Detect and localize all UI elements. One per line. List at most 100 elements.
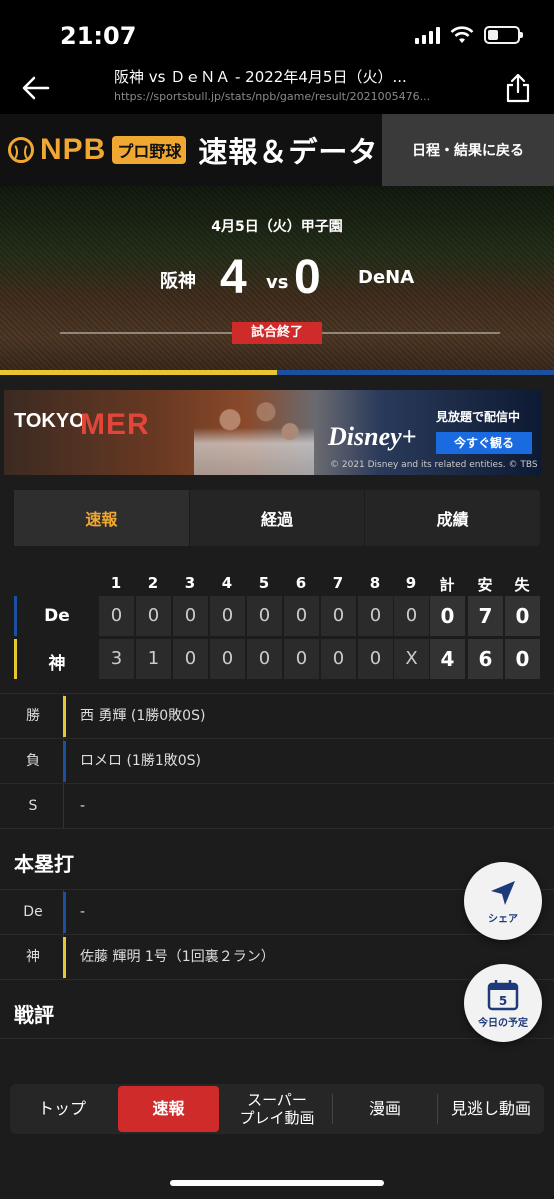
share-icon xyxy=(506,73,530,103)
result-label: 負 xyxy=(26,753,40,769)
page-url: https://sportsbull.jp/stats/npb/game/res… xyxy=(114,90,431,103)
inning-header: 7 xyxy=(332,574,344,592)
tab-live[interactable]: 速報 xyxy=(14,490,190,546)
homerun-value: 佐藤 輝明 1号（1回裏２ラン） xyxy=(80,949,275,965)
total-hits: 6 xyxy=(468,639,503,679)
inning-score: 0 xyxy=(99,596,134,636)
browser-nav-bar: 阪神 vs ＤｅＮＡ - 2022年4月5日（火）... https://spo… xyxy=(0,62,554,114)
inning-score: X xyxy=(394,639,429,679)
bottom-nav-top[interactable]: トップ xyxy=(10,1084,114,1134)
inning-score: 0 xyxy=(321,639,356,679)
save-pitcher-row: S - xyxy=(0,783,554,829)
scoreboard-row-away: De 0 0 0 0 0 0 0 0 0 0 7 0 xyxy=(0,596,554,636)
inning-header: 6 xyxy=(295,574,307,592)
inning-score: 0 xyxy=(210,639,245,679)
status-time: 21:07 xyxy=(60,22,137,50)
pro-baseball-badge: プロ野球 xyxy=(112,136,187,164)
inning-header: 9 xyxy=(405,574,417,592)
bottom-navigation: トップ 速報 スーパー プレイ動画 漫画 見逃し動画 xyxy=(10,1084,544,1134)
home-team-name: 阪神 xyxy=(160,271,196,292)
inning-score: 0 xyxy=(247,596,282,636)
total-errors: 0 xyxy=(505,596,540,636)
total-errors: 0 xyxy=(505,639,540,679)
npb-logo-text: NPB xyxy=(40,133,107,166)
result-label: 勝 xyxy=(26,708,40,724)
inning-score: 0 xyxy=(321,596,356,636)
brand-title: 速報＆データ xyxy=(198,135,379,169)
baseball-icon xyxy=(8,137,34,163)
battery-icon xyxy=(484,26,523,44)
scoreboard-team: De xyxy=(44,606,70,626)
winning-pitcher-row: 勝 西 勇輝 (1勝0敗0S) xyxy=(0,693,554,739)
review-section-title: 戦評 xyxy=(14,1003,54,1027)
total-runs-header: 計 xyxy=(439,576,455,594)
inning-header: 8 xyxy=(369,574,381,592)
inning-score: 0 xyxy=(173,639,208,679)
status-icons xyxy=(415,26,523,44)
share-fab-label: シェア xyxy=(488,913,518,925)
bottom-nav-missed-videos[interactable]: 見逃し動画 xyxy=(438,1084,544,1134)
team-color-bar xyxy=(63,937,66,978)
status-bar: 21:07 xyxy=(0,0,554,62)
scoreboard-team: 神 xyxy=(48,654,66,674)
game-hero: 4月5日（火）甲子園 阪神 4 vs 0 DeNA 試合終了 xyxy=(0,186,554,374)
ad-streaming-text: 見放題で配信中 xyxy=(436,410,521,424)
inning-score: 0 xyxy=(247,639,282,679)
page-title: 阪神 vs ＤｅＮＡ - 2022年4月5日（火）... xyxy=(114,68,407,86)
scoreboard-header: 1 2 3 4 5 6 7 8 9 計 安 失 xyxy=(0,574,554,594)
bottom-nav-super-play[interactable]: スーパー プレイ動画 xyxy=(222,1084,332,1134)
total-runs: 0 xyxy=(430,596,465,636)
losing-pitcher-row: 負 ロメロ (1勝1敗0S) xyxy=(0,738,554,784)
tab-stats[interactable]: 成績 xyxy=(365,490,540,546)
back-button[interactable] xyxy=(18,70,54,106)
signal-icon xyxy=(415,26,440,44)
team-color-bar xyxy=(14,639,17,679)
vs-label: vs xyxy=(266,272,289,293)
hits-header: 安 xyxy=(477,576,493,594)
paper-plane-icon xyxy=(491,880,515,905)
homerun-team: De xyxy=(23,904,43,920)
away-score: 0 xyxy=(294,251,321,304)
disney-plus-logo: Disney+ xyxy=(328,422,417,451)
bottom-nav-manga[interactable]: 漫画 xyxy=(333,1084,437,1134)
score-summary: 阪神 4 vs 0 DeNA xyxy=(0,250,554,310)
schedule-results-link[interactable]: 日程・結果に戻る xyxy=(382,114,554,186)
today-schedule-label: 今日の予定 xyxy=(478,1017,528,1029)
tab-progress[interactable]: 経過 xyxy=(190,490,366,546)
team-color-bar xyxy=(63,741,66,782)
share-fab[interactable]: シェア xyxy=(464,862,542,940)
inning-header: 3 xyxy=(184,574,196,592)
away-team-name: DeNA xyxy=(358,267,415,288)
pitcher-name: - xyxy=(80,798,86,814)
homerun-team: 神 xyxy=(26,949,40,965)
ad-banner[interactable]: TOKYO MER Disney+ 見放題で配信中 今すぐ観る © 2021 D… xyxy=(4,390,541,475)
scoreboard-row-home: 神 3 1 0 0 0 0 0 0 X 4 6 0 xyxy=(0,639,554,679)
inning-score: 0 xyxy=(210,596,245,636)
inning-score: 0 xyxy=(358,639,393,679)
team-color-stripe-home xyxy=(0,370,277,375)
errors-header: 失 xyxy=(514,576,530,594)
bottom-nav-live[interactable]: 速報 xyxy=(118,1086,219,1132)
total-hits: 7 xyxy=(468,596,503,636)
today-schedule-fab[interactable]: 5 今日の予定 xyxy=(464,964,542,1042)
share-button[interactable] xyxy=(502,70,534,106)
homerun-section-title: 本塁打 xyxy=(14,852,74,876)
pitcher-name: ロメロ (1勝1敗0S) xyxy=(80,753,201,769)
pitcher-name: 西 勇輝 (1勝0敗0S) xyxy=(80,708,206,724)
inning-score: 0 xyxy=(284,596,319,636)
calendar-icon: 5 xyxy=(487,979,519,1010)
inning-header: 1 xyxy=(110,574,122,592)
ad-cast-image xyxy=(194,396,314,475)
wifi-icon xyxy=(450,26,474,43)
team-color-bar xyxy=(63,892,66,933)
ad-watch-now-button[interactable]: 今すぐ観る xyxy=(436,432,532,454)
inning-score: 1 xyxy=(136,639,171,679)
home-indicator[interactable] xyxy=(170,1180,384,1186)
game-tabs: 速報 経過 成績 xyxy=(14,490,540,546)
game-status-badge: 試合終了 xyxy=(232,322,322,344)
inning-header: 5 xyxy=(258,574,270,592)
total-runs: 4 xyxy=(430,639,465,679)
ad-tokyo-text: TOKYO xyxy=(14,410,85,432)
homerun-value: - xyxy=(80,904,86,920)
inning-score: 0 xyxy=(136,596,171,636)
